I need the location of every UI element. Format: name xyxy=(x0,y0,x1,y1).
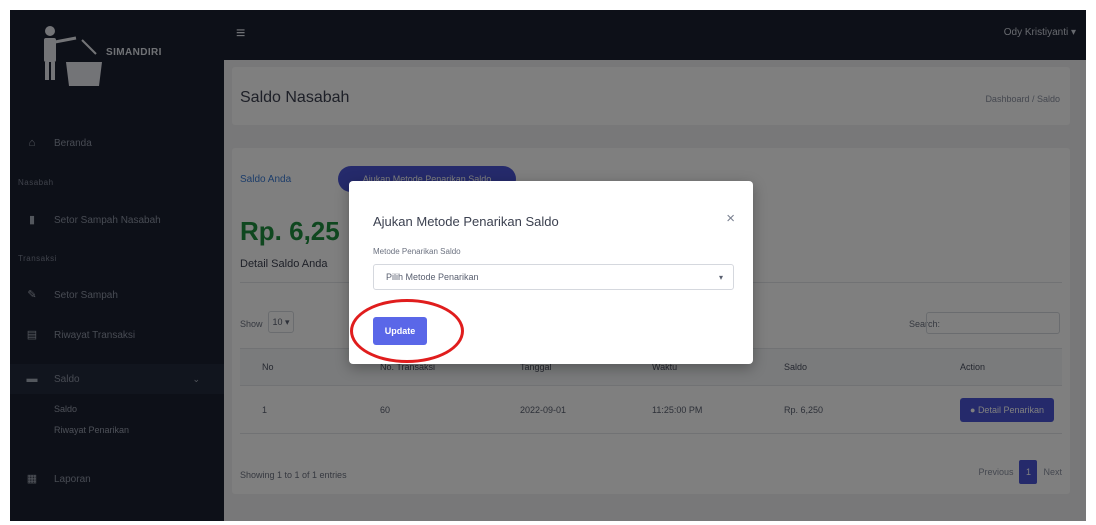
withdraw-method-modal: Ajukan Metode Penarikan Saldo × Metode P… xyxy=(349,181,753,364)
update-button[interactable]: Update xyxy=(373,317,427,345)
withdraw-method-placeholder: Pilih Metode Penarikan xyxy=(386,272,479,282)
close-icon[interactable]: × xyxy=(726,211,735,226)
withdraw-method-label: Metode Penarikan Saldo xyxy=(373,247,461,256)
modal-title: Ajukan Metode Penarikan Saldo xyxy=(373,214,559,229)
withdraw-method-select[interactable]: Pilih Metode Penarikan ▾ xyxy=(373,264,734,290)
app-window: SIMANDIRI ⌂ Beranda Nasabah ▮ Setor Samp… xyxy=(10,10,1086,521)
chevron-down-icon: ▾ xyxy=(718,273,723,282)
